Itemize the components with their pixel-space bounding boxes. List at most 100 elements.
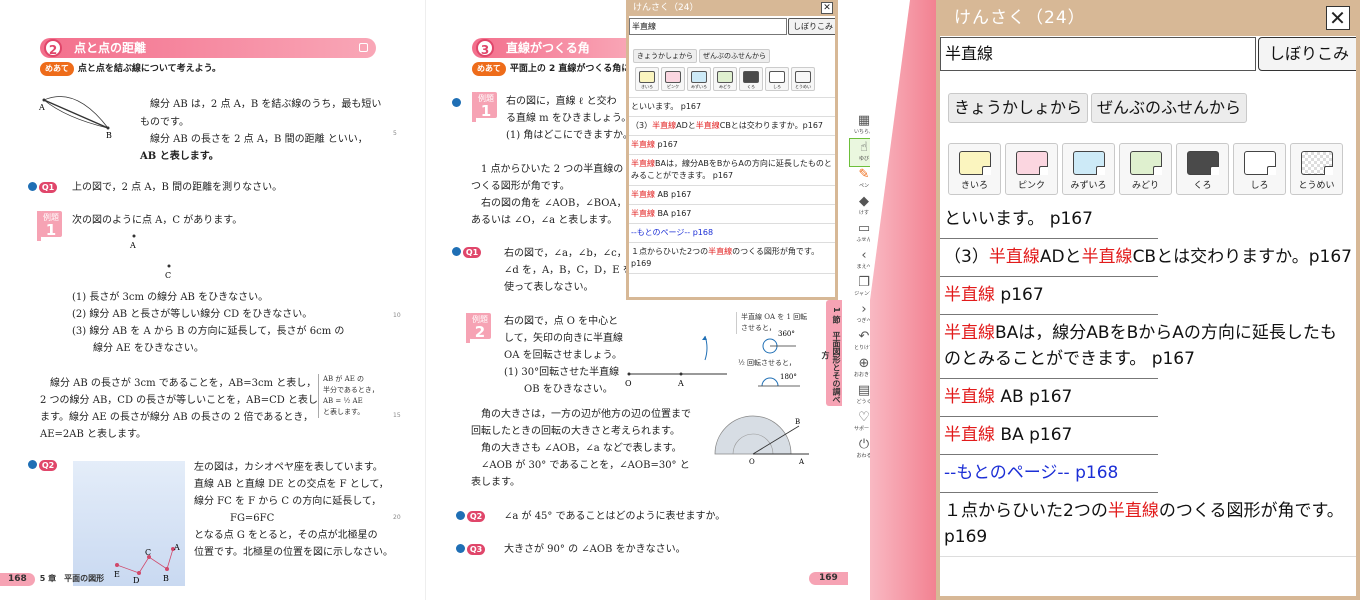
- search-panel: けんさく（24） ✕ 半直線 しぼりこみ きょうかしょから ぜんぶのふせんから き…: [936, 0, 1360, 600]
- mini-color-chip[interactable]: くろ: [739, 67, 763, 91]
- color-chip-label: みずいろ: [691, 84, 707, 89]
- body1-line-4: あるいは ∠O，∠a と表します。: [471, 215, 618, 226]
- sticky-note-icon: [665, 71, 681, 83]
- color-chip-label: ピンク: [667, 84, 679, 89]
- play-icon: [456, 511, 465, 520]
- svg-text:D: D: [133, 576, 139, 585]
- svg-text:O: O: [625, 379, 632, 388]
- margin-number: 15: [393, 412, 401, 419]
- objective-tag: めあて: [40, 62, 74, 76]
- protractor-diagram: O A B: [714, 415, 809, 466]
- svg-text:A: A: [677, 379, 684, 388]
- example-1-badge: 例題 1: [40, 211, 62, 238]
- search-result-item[interactable]: 半直線BAは，線分ABをBからAの方向に延長したものとみることができます。 p1…: [940, 315, 1356, 379]
- search-result-item[interactable]: （3）半直線ADと半直線CBとは交わりますか。p167: [629, 117, 835, 136]
- mini-results-list: といいます。 p167 （3）半直線ADと半直線CBとは交わりますか。p167 半直…: [629, 97, 835, 274]
- source-all-notes-button[interactable]: ぜんぶのふせんから: [1091, 93, 1248, 123]
- page-number-right: 169: [809, 572, 848, 585]
- mini-color-chip[interactable]: みずいろ: [687, 67, 711, 91]
- sticky-note-icon: [769, 71, 785, 83]
- mini-color-chip[interactable]: ピンク: [661, 67, 685, 91]
- mini-search-input[interactable]: 半直線: [629, 18, 787, 35]
- mini-title-bar: けんさく（24） ✕: [629, 0, 835, 16]
- search-result-item[interactable]: 半直線BAは，線分ABをBからAの方向に延長したものとみることができます。 p1…: [629, 155, 835, 186]
- section-header-right: 3 直線がつくる角: [472, 38, 632, 58]
- mini-source-textbook[interactable]: きょうかしょから: [633, 49, 697, 63]
- objective: めあて 点と点を結ぶ線について考えよう。: [40, 62, 221, 76]
- margin-number: 5: [393, 130, 397, 137]
- body2-line-5: 表します。: [471, 477, 520, 488]
- margin-number: 10: [393, 312, 401, 319]
- color-chip-label: みどり: [1131, 181, 1159, 191]
- chapter-side-tab[interactable]: 1 節 平面図形とその調べ方: [821, 300, 842, 406]
- search-result-item[interactable]: といいます。 p167: [629, 98, 835, 117]
- mini-color-chip[interactable]: とうめい: [791, 67, 815, 91]
- svg-text:180°: 180°: [780, 373, 797, 381]
- question-q1[interactable]: Q1: [28, 181, 57, 195]
- sticky-note-icon: [1243, 151, 1276, 175]
- source-textbook-button[interactable]: きょうかしょから: [948, 93, 1089, 123]
- color-chip[interactable]: きいろ: [948, 143, 1001, 195]
- mini-color-chip[interactable]: しろ: [765, 67, 789, 91]
- svg-text:B: B: [795, 418, 800, 426]
- q2-label: Q2: [39, 460, 57, 471]
- search-result-item[interactable]: 半直線 AB p167: [940, 379, 1356, 417]
- play-icon: [28, 182, 37, 191]
- color-chip[interactable]: みずいろ: [1062, 143, 1115, 195]
- color-chip[interactable]: みどり: [1119, 143, 1172, 195]
- question-q1-right[interactable]: Q1: [452, 246, 481, 260]
- search-result-item[interactable]: （3）半直線ADと半直線CBとは交わりますか。p167: [940, 239, 1356, 277]
- search-popup-mini[interactable]: けんさく（24） ✕ 半直線 しぼりこみ きょうかしょから ぜんぶのふせんから き…: [626, 0, 838, 300]
- color-chip[interactable]: しろ: [1233, 143, 1286, 195]
- back-to-page-link[interactable]: --もとのページ-- p168: [940, 455, 1356, 493]
- mini-color-filters: きいろ ピンク みずいろ みどり くろ しろ とうめい: [635, 67, 835, 93]
- color-chip-label: きいろ: [641, 84, 653, 89]
- svg-text:E: E: [114, 570, 120, 579]
- color-chip[interactable]: くろ: [1176, 143, 1229, 195]
- mini-close-icon[interactable]: ✕: [821, 2, 833, 14]
- color-chip-label: とうめい: [1298, 181, 1335, 191]
- mini-color-chip[interactable]: みどり: [713, 67, 737, 91]
- play-icon: [456, 544, 465, 553]
- search-result-item[interactable]: 半直線 p167: [940, 277, 1356, 315]
- page-footer-right: 169: [809, 572, 848, 585]
- sticky-note-icon: [795, 71, 811, 83]
- section-link-icon: [359, 43, 368, 52]
- svg-text:O: O: [749, 458, 755, 466]
- mini-title: けんさく（24）: [633, 3, 699, 13]
- close-icon[interactable]: ✕: [1326, 6, 1350, 30]
- objective-right: めあて 平面上の 2 直線がつくる角に: [472, 62, 630, 76]
- sticky-note-icon: [1129, 151, 1162, 175]
- section-number: 2: [44, 39, 62, 57]
- mini-color-chip[interactable]: きいろ: [635, 67, 659, 91]
- mini-source-all-notes[interactable]: ぜんぶのふせんから: [699, 49, 770, 63]
- mini-filter-button[interactable]: しぼりこみ: [788, 18, 835, 35]
- cassiopeia-diagram: A B C D E: [114, 543, 180, 585]
- sticky-note-icon: [639, 71, 655, 83]
- search-result-item[interactable]: １点からひいた2つの半直線のつくる図形が角です。 p169: [629, 243, 835, 274]
- search-result-item[interactable]: 半直線 BA p167: [940, 417, 1356, 455]
- textbook-page-left[interactable]: 2 点と点の距離 めあて 点と点を結ぶ線について考えよう。 A B 線分 AB は…: [0, 0, 425, 600]
- color-chip[interactable]: とうめい: [1290, 143, 1343, 195]
- search-result-item[interactable]: 半直線 BA p167: [629, 205, 835, 224]
- play-marker[interactable]: [452, 97, 463, 111]
- search-result-item[interactable]: 半直線 p167: [629, 136, 835, 155]
- play-icon: [28, 460, 37, 469]
- question-q2[interactable]: Q2: [28, 459, 57, 473]
- search-result-item[interactable]: 半直線 AB p167: [629, 186, 835, 205]
- svg-text:A: A: [173, 543, 180, 552]
- example-1-marker-right[interactable]: 例題 1: [472, 92, 498, 122]
- body-line-4: AE=2AB と表します。: [40, 429, 147, 440]
- filter-button[interactable]: しぼりこみ: [1258, 37, 1356, 71]
- example-1-marker[interactable]: 例題 1: [37, 211, 63, 241]
- search-input[interactable]: 半直線: [940, 37, 1256, 71]
- question-q2-right[interactable]: Q2: [456, 510, 485, 524]
- svg-text:B: B: [163, 574, 169, 583]
- example-2-marker[interactable]: 例題 2: [466, 313, 492, 343]
- search-result-item[interactable]: １点からひいた2つの半直線のつくる図形が角です。 p169: [940, 493, 1356, 557]
- search-result-item[interactable]: といいます。 p167: [940, 206, 1356, 239]
- color-chip[interactable]: ピンク: [1005, 143, 1058, 195]
- question-q3-right[interactable]: Q3: [456, 543, 485, 557]
- q1-label: Q1: [39, 182, 57, 193]
- back-to-page-link[interactable]: --もとのページ-- p168: [629, 224, 835, 243]
